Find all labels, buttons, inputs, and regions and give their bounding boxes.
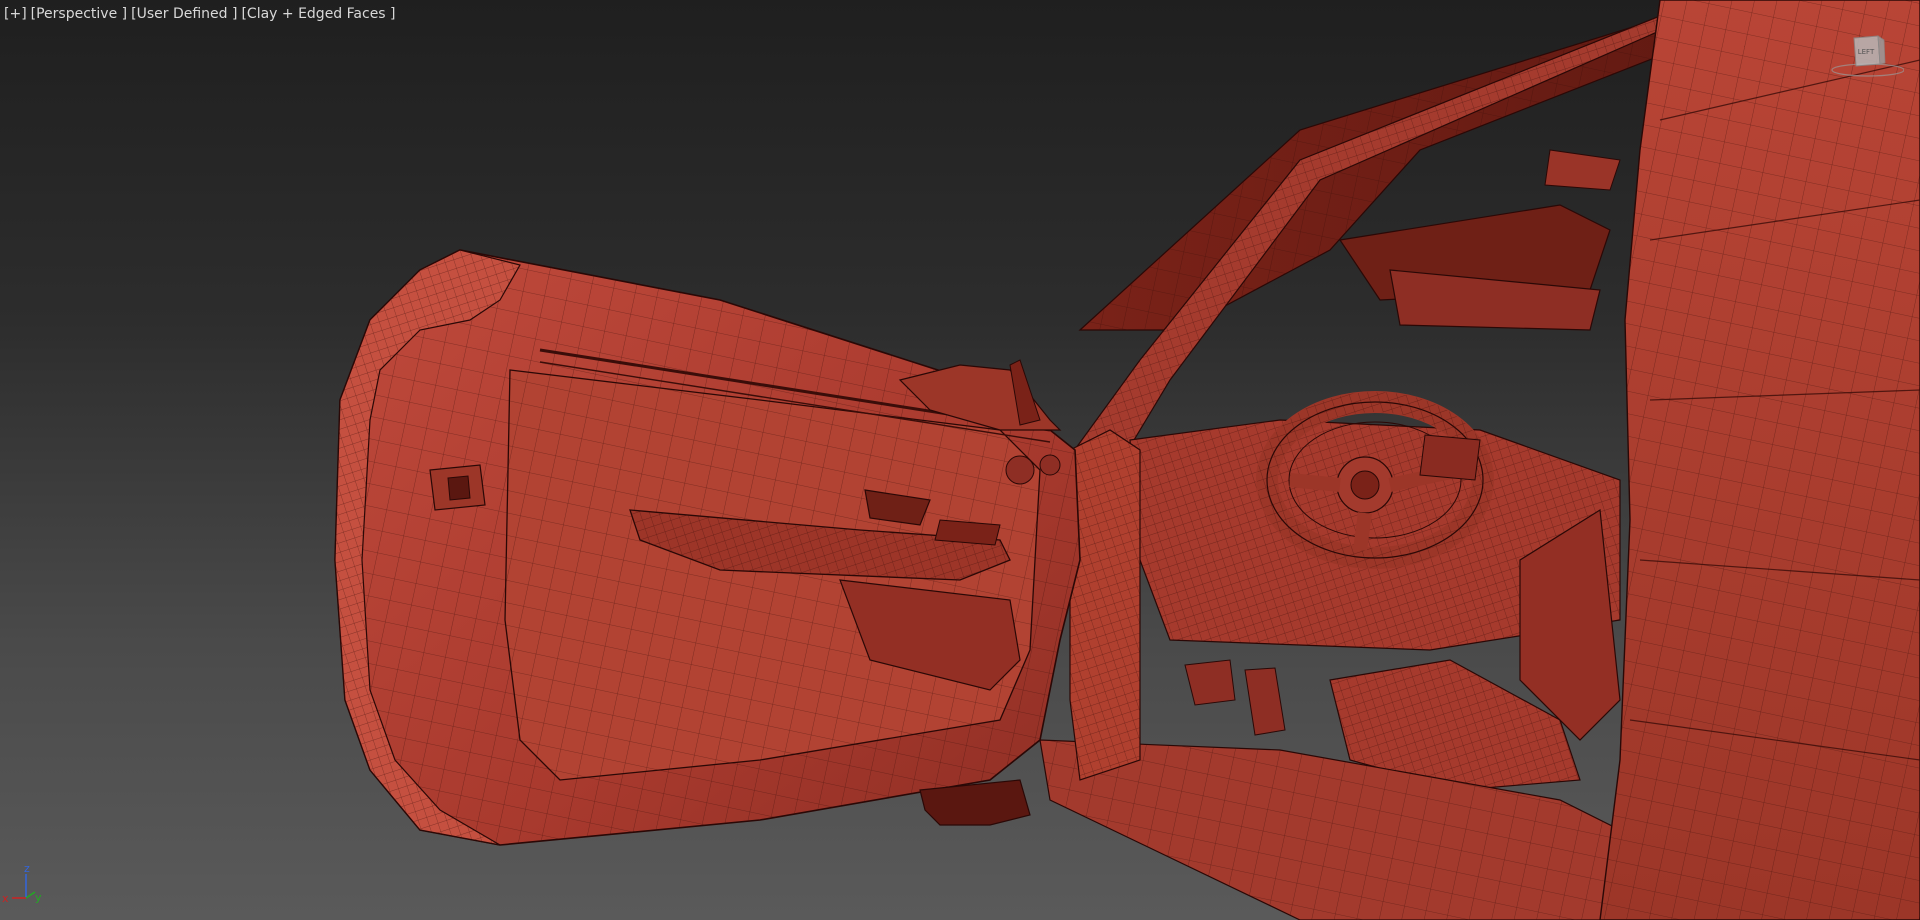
perspective-viewport[interactable]: [+] [Perspective ] [User Defined ] [Clay… bbox=[0, 0, 1920, 920]
z-axis-label: z bbox=[24, 862, 30, 875]
viewport-plus-menu[interactable]: [+] bbox=[4, 6, 27, 22]
viewcube[interactable]: LEFT bbox=[1828, 30, 1904, 80]
instrument-display bbox=[1419, 434, 1481, 481]
car-model-render[interactable] bbox=[0, 0, 1920, 920]
viewport-camera-menu[interactable]: [User Defined ] bbox=[131, 6, 237, 22]
pedals bbox=[1184, 659, 1286, 736]
viewport-shading-menu[interactable]: [Clay + Edged Faces ] bbox=[241, 6, 395, 22]
y-axis bbox=[25, 891, 36, 899]
viewcube-ring bbox=[1831, 63, 1904, 77]
viewport-label-menu: [+] [Perspective ] [User Defined ] [Clay… bbox=[4, 6, 396, 22]
axis-tripod: z x y bbox=[2, 862, 42, 905]
viewcube-face-label: LEFT bbox=[1858, 48, 1875, 56]
x-axis-label: x bbox=[2, 892, 9, 905]
y-axis-label: y bbox=[35, 891, 42, 904]
viewport-view-menu[interactable]: [Perspective ] bbox=[31, 6, 127, 22]
